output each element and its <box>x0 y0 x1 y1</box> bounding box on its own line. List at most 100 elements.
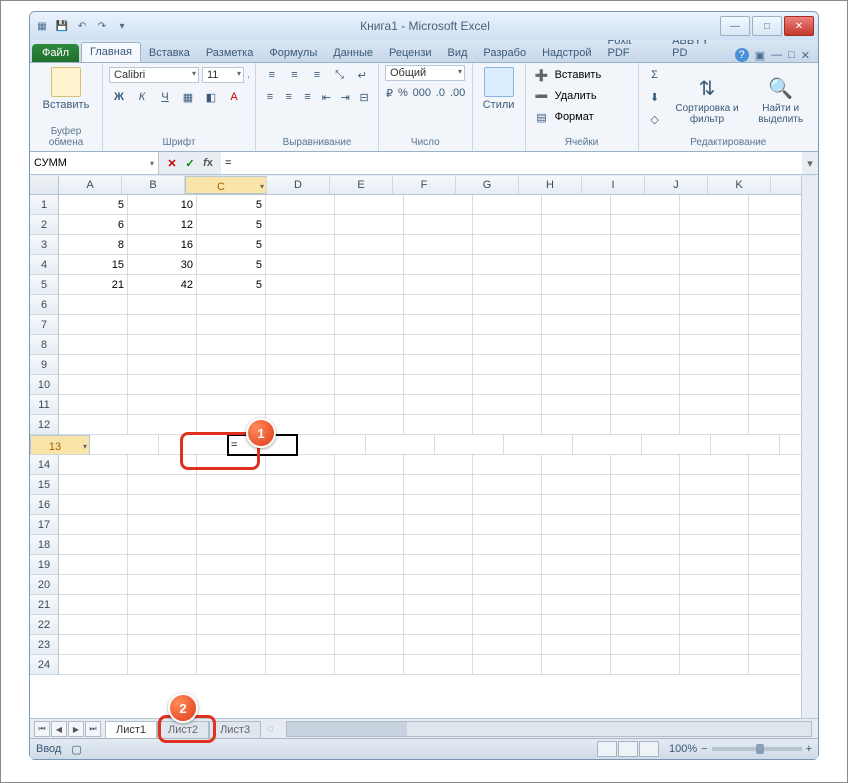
cell-G9[interactable] <box>473 355 542 375</box>
cell-H22[interactable] <box>542 615 611 635</box>
cell-E4[interactable] <box>335 255 404 275</box>
cell-J1[interactable] <box>680 195 749 215</box>
cell-B14[interactable] <box>128 455 197 475</box>
cell-C8[interactable] <box>197 335 266 355</box>
vertical-scrollbar[interactable] <box>801 176 818 719</box>
sheet-tab-2[interactable]: Лист2 <box>157 721 209 738</box>
row-header-20[interactable]: 20 <box>30 575 59 595</box>
cell-D4[interactable] <box>266 255 335 275</box>
cell-B2[interactable]: 12 <box>128 215 197 235</box>
column-header-C[interactable]: C <box>185 176 267 194</box>
cell-D17[interactable] <box>266 515 335 535</box>
name-box[interactable]: СУММ ▾ <box>30 152 159 174</box>
formula-input[interactable]: = <box>221 152 802 174</box>
cell-D6[interactable] <box>266 295 335 315</box>
find-select-button[interactable]: 🔍 Найти и выделить <box>749 65 812 136</box>
cell-G17[interactable] <box>473 515 542 535</box>
cell-E12[interactable] <box>335 415 404 435</box>
cell-C10[interactable] <box>197 375 266 395</box>
cell-G6[interactable] <box>473 295 542 315</box>
cell-I12[interactable] <box>611 415 680 435</box>
cell-D14[interactable] <box>266 455 335 475</box>
cell-I16[interactable] <box>611 495 680 515</box>
cell-D12[interactable] <box>266 415 335 435</box>
font-size-select[interactable]: 11 <box>202 67 244 83</box>
cell-A8[interactable] <box>59 335 128 355</box>
cell-J8[interactable] <box>680 335 749 355</box>
cell-H20[interactable] <box>542 575 611 595</box>
row-header-3[interactable]: 3 <box>30 235 59 255</box>
row-header-17[interactable]: 17 <box>30 515 59 535</box>
cell-I2[interactable] <box>611 215 680 235</box>
cell-B1[interactable]: 10 <box>128 195 197 215</box>
cell-E10[interactable] <box>335 375 404 395</box>
cell-A15[interactable] <box>59 475 128 495</box>
cell-I13[interactable] <box>642 435 711 455</box>
cell-B4[interactable]: 30 <box>128 255 197 275</box>
cell-F7[interactable] <box>404 315 473 335</box>
cell-D22[interactable] <box>266 615 335 635</box>
cell-E13[interactable] <box>366 435 435 455</box>
cell-E24[interactable] <box>335 655 404 675</box>
cell-D18[interactable] <box>266 535 335 555</box>
border-icon[interactable]: ▦ <box>178 87 198 107</box>
cell-G2[interactable] <box>473 215 542 235</box>
cell-E2[interactable] <box>335 215 404 235</box>
cell-E17[interactable] <box>335 515 404 535</box>
styles-button[interactable]: Стили <box>479 65 519 113</box>
cell-H6[interactable] <box>542 295 611 315</box>
cell-D7[interactable] <box>266 315 335 335</box>
tab-home[interactable]: Главная <box>81 42 141 62</box>
cell-I20[interactable] <box>611 575 680 595</box>
cell-C9[interactable] <box>197 355 266 375</box>
underline-icon[interactable]: Ч <box>155 87 175 107</box>
cell-F6[interactable] <box>404 295 473 315</box>
cell-G4[interactable] <box>473 255 542 275</box>
cell-D3[interactable] <box>266 235 335 255</box>
cell-C4[interactable]: 5 <box>197 255 266 275</box>
cell-G16[interactable] <box>473 495 542 515</box>
cell-G18[interactable] <box>473 535 542 555</box>
column-header-B[interactable]: B <box>122 176 185 194</box>
cell-A19[interactable] <box>59 555 128 575</box>
cell-F3[interactable] <box>404 235 473 255</box>
tab-insert[interactable]: Вставка <box>141 44 198 62</box>
cell-A20[interactable] <box>59 575 128 595</box>
cell-E15[interactable] <box>335 475 404 495</box>
cell-F24[interactable] <box>404 655 473 675</box>
column-header-E[interactable]: E <box>330 176 393 194</box>
paste-button[interactable]: Вставить <box>36 65 96 113</box>
cell-I19[interactable] <box>611 555 680 575</box>
cancel-formula-icon[interactable]: ✕ <box>165 157 179 170</box>
row-header-14[interactable]: 14 <box>30 455 59 475</box>
cell-B10[interactable] <box>128 375 197 395</box>
cell-J12[interactable] <box>680 415 749 435</box>
cell-E23[interactable] <box>335 635 404 655</box>
cell-F5[interactable] <box>404 275 473 295</box>
cell-A14[interactable] <box>59 455 128 475</box>
cell-I11[interactable] <box>611 395 680 415</box>
cell-F4[interactable] <box>404 255 473 275</box>
cell-F14[interactable] <box>404 455 473 475</box>
minimize-button[interactable]: — <box>720 16 750 36</box>
row-header-1[interactable]: 1 <box>30 195 59 215</box>
cell-B9[interactable] <box>128 355 197 375</box>
cell-H4[interactable] <box>542 255 611 275</box>
cell-G11[interactable] <box>473 395 542 415</box>
cell-D21[interactable] <box>266 595 335 615</box>
sheet-first-icon[interactable]: ⏮ <box>34 721 50 737</box>
comma-icon[interactable]: 000 <box>412 83 432 103</box>
enter-formula-icon[interactable]: ✓ <box>183 157 197 170</box>
zoom-slider[interactable] <box>712 747 802 751</box>
cell-J22[interactable] <box>680 615 749 635</box>
cell-D16[interactable] <box>266 495 335 515</box>
ribbon-min-icon[interactable]: — <box>771 49 782 61</box>
cell-I4[interactable] <box>611 255 680 275</box>
row-header-6[interactable]: 6 <box>30 295 59 315</box>
cell-J3[interactable] <box>680 235 749 255</box>
column-header-K[interactable]: K <box>708 176 771 194</box>
cell-B12[interactable] <box>128 415 197 435</box>
cell-C2[interactable]: 5 <box>197 215 266 235</box>
ribbon-restore-icon[interactable]: □ <box>788 49 795 61</box>
cell-J14[interactable] <box>680 455 749 475</box>
